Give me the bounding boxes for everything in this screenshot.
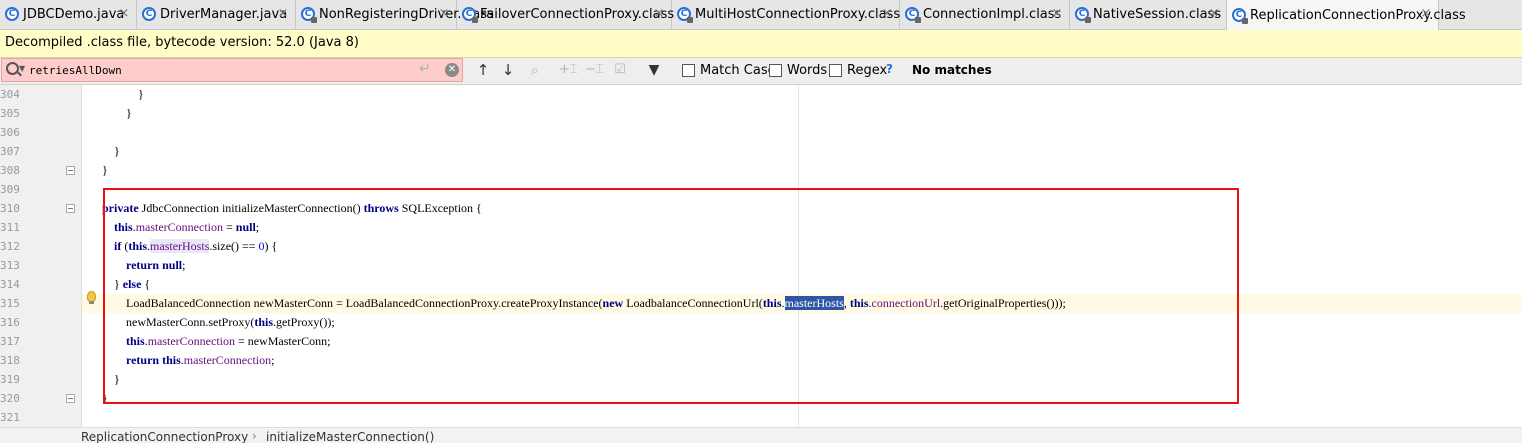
close-tab-icon[interactable]: × (1050, 7, 1064, 21)
annotation-highlight-box (103, 188, 1239, 404)
breadcrumb-separator: › (252, 429, 257, 443)
search-input[interactable] (29, 61, 409, 79)
close-tab-icon[interactable]: × (117, 7, 131, 21)
line-number: 314 (0, 278, 20, 291)
tab-label: FailoverConnectionProxy.class (480, 7, 675, 22)
tab-6[interactable]: C NativeSession.class × (1070, 0, 1227, 29)
tab-5[interactable]: C ConnectionImpl.class × (900, 0, 1070, 29)
breadcrumb: ReplicationConnectionProxy › initializeM… (0, 427, 1522, 443)
find-toolbar: ▼ ↵ ✕ ↑ ↓ ⌕ +⌶ −⌶ ☑ ▼ Match Case Words R… (0, 58, 1522, 85)
close-tab-icon[interactable]: × (276, 7, 290, 21)
banner-text: Decompiled .class file, bytecode version… (5, 35, 359, 50)
line-number: 307 (0, 145, 20, 158)
tab-2[interactable]: C NonRegisteringDriver.class × (296, 0, 494, 29)
tab-7[interactable]: C ReplicationConnectionProxy.class × (1227, 0, 1466, 30)
line-number: 305 (0, 107, 20, 120)
line-number: 312 (0, 240, 20, 253)
remove-selection-icon[interactable]: −⌶ (585, 60, 604, 80)
editor-tab-bar: C JDBCDemo.java × C DriverManager.java × C NonR… (0, 0, 1522, 30)
close-tab-icon[interactable]: × (437, 7, 451, 21)
tab-3[interactable]: C FailoverConnectionProxy.class × (457, 0, 675, 29)
regex-option[interactable]: Regex (829, 62, 887, 78)
line-number: 316 (0, 316, 20, 329)
close-tab-icon[interactable]: × (652, 7, 666, 21)
intention-bulb-icon[interactable] (87, 291, 96, 304)
line-number: 310 (0, 202, 20, 215)
regex-checkbox[interactable] (829, 63, 842, 77)
fold-toggle-icon[interactable] (66, 204, 75, 213)
search-field[interactable]: ▼ ↵ ✕ (1, 58, 463, 82)
decompiled-banner: Decompiled .class file, bytecode version… (0, 30, 1522, 58)
clear-search-icon[interactable]: ✕ (445, 63, 459, 77)
match-case-checkbox[interactable] (682, 63, 695, 77)
previous-occurrence-icon[interactable]: ↑ (475, 60, 491, 80)
line-number: 317 (0, 335, 20, 348)
code-line[interactable]: } (102, 104, 132, 123)
match-case-label: Match Case (700, 62, 776, 78)
words-checkbox[interactable] (769, 63, 782, 77)
select-all-occurrences-icon[interactable]: ☑ (611, 60, 629, 80)
line-number: 311 (0, 221, 20, 234)
tab-1[interactable]: C DriverManager.java × (137, 0, 296, 29)
compiled-class-icon: C (677, 7, 693, 23)
line-number: 321 (0, 411, 20, 424)
line-number: 309 (0, 183, 20, 196)
line-number: 306 (0, 126, 20, 139)
close-tab-icon[interactable]: × (1207, 7, 1221, 21)
tab-label: ReplicationConnectionProxy.class (1250, 7, 1466, 23)
tab-label: JDBCDemo.java (23, 7, 125, 22)
filter-icon[interactable]: ▼ (645, 60, 663, 80)
java-class-icon: C (5, 7, 20, 22)
close-tab-icon[interactable]: × (880, 7, 894, 21)
line-number: 318 (0, 354, 20, 367)
line-number: 304 (0, 88, 20, 101)
compiled-class-icon: C (905, 7, 921, 23)
tab-label: DriverManager.java (160, 7, 288, 22)
line-number: 315 (0, 297, 20, 310)
fold-toggle-icon[interactable] (66, 166, 75, 175)
line-number: 308 (0, 164, 20, 177)
tab-label: MultiHostConnectionProxy.class (695, 7, 901, 22)
tab-label: ConnectionImpl.class (923, 7, 1062, 22)
tab-label: NativeSession.class (1093, 7, 1222, 22)
find-all-icon[interactable]: ⌕ (526, 60, 544, 80)
line-number: 313 (0, 259, 20, 272)
code-line[interactable]: } (102, 142, 120, 161)
search-icon[interactable] (6, 62, 19, 75)
tab-4[interactable]: C MultiHostConnectionProxy.class × (672, 0, 900, 29)
words-option[interactable]: Words (769, 62, 827, 78)
close-tab-icon[interactable]: × (1419, 7, 1433, 21)
compiled-class-icon: C (301, 7, 317, 23)
breadcrumb-method[interactable]: initializeMasterConnection() (266, 430, 434, 443)
words-label: Words (787, 62, 828, 78)
fold-toggle-icon[interactable] (66, 394, 75, 403)
line-number: 320 (0, 392, 20, 405)
line-number-gutter[interactable]: 304 305 306 307 308 309 310 311 312 313 314 315 316 3… (0, 85, 82, 427)
regex-help-link[interactable]: ? (886, 62, 893, 76)
search-status: No matches (912, 63, 992, 77)
compiled-class-icon: C (1232, 7, 1248, 24)
code-line[interactable]: } (102, 161, 108, 180)
new-line-icon[interactable]: ↵ (419, 61, 431, 77)
add-selection-icon[interactable]: +⌶ (559, 60, 578, 80)
next-occurrence-icon[interactable]: ↓ (500, 60, 516, 80)
line-number: 319 (0, 373, 20, 386)
code-line[interactable]: } (102, 85, 144, 104)
match-case-option[interactable]: Match Case (682, 62, 776, 78)
tab-0[interactable]: C JDBCDemo.java × (0, 0, 137, 29)
breadcrumb-class[interactable]: ReplicationConnectionProxy (81, 430, 248, 443)
compiled-class-icon: C (1075, 7, 1091, 23)
compiled-class-icon: C (462, 7, 478, 23)
java-class-icon: C (142, 7, 157, 22)
regex-label: Regex (847, 62, 888, 78)
search-history-dropdown-icon[interactable]: ▼ (19, 64, 25, 73)
code-editor[interactable]: 304 305 306 307 308 309 310 311 312 313 314 315 316 3… (0, 85, 1522, 427)
